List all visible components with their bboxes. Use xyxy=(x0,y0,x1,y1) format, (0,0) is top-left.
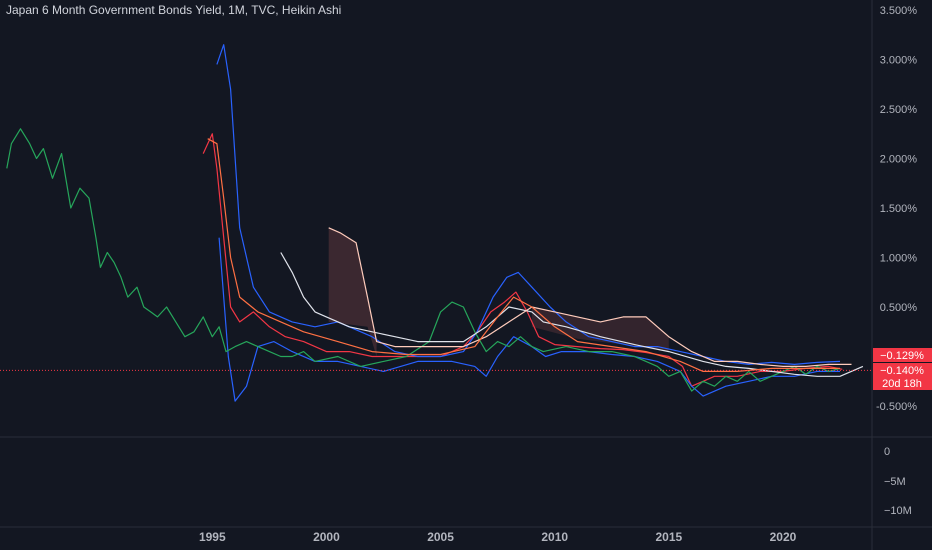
volume-tick-label: −10M xyxy=(884,505,912,517)
cloud-fill xyxy=(328,227,377,357)
series-line-4 xyxy=(6,128,841,392)
series-line-2 xyxy=(216,44,841,365)
x-tick-label: 2010 xyxy=(541,530,568,544)
series-line-7 xyxy=(207,138,840,372)
price-tag-label: −0.129% xyxy=(880,350,924,362)
y-tick-label: 1.000% xyxy=(880,253,918,265)
y-tick-label: 0.500% xyxy=(880,302,918,314)
y-tick-label: -0.500% xyxy=(876,401,917,413)
y-tick-label: 3.500% xyxy=(880,5,918,17)
y-tick-label: 2.000% xyxy=(880,154,918,166)
series-line-6 xyxy=(328,227,852,367)
x-tick-label: 2015 xyxy=(655,530,682,544)
x-tick-label: 2000 xyxy=(313,530,340,544)
x-tick-label: 2020 xyxy=(770,530,797,544)
y-tick-label: 3.000% xyxy=(880,55,918,67)
y-tick-label: 2.500% xyxy=(880,104,918,116)
volume-tick-label: −5M xyxy=(884,476,906,488)
series-line-1 xyxy=(202,133,843,387)
series-line-3 xyxy=(218,237,840,402)
x-tick-label: 2005 xyxy=(427,530,454,544)
price-tag-label: 20d 18h xyxy=(882,378,922,390)
y-tick-label: 1.500% xyxy=(880,203,918,215)
price-tag-label: −0.140% xyxy=(880,365,924,377)
volume-tick-label: 0 xyxy=(884,446,890,458)
x-tick-label: 1995 xyxy=(199,530,226,544)
price-chart[interactable]: 3.500% 3.000% 2.500% 2.000% 1.500% 1.000% 0.50… xyxy=(0,0,932,550)
